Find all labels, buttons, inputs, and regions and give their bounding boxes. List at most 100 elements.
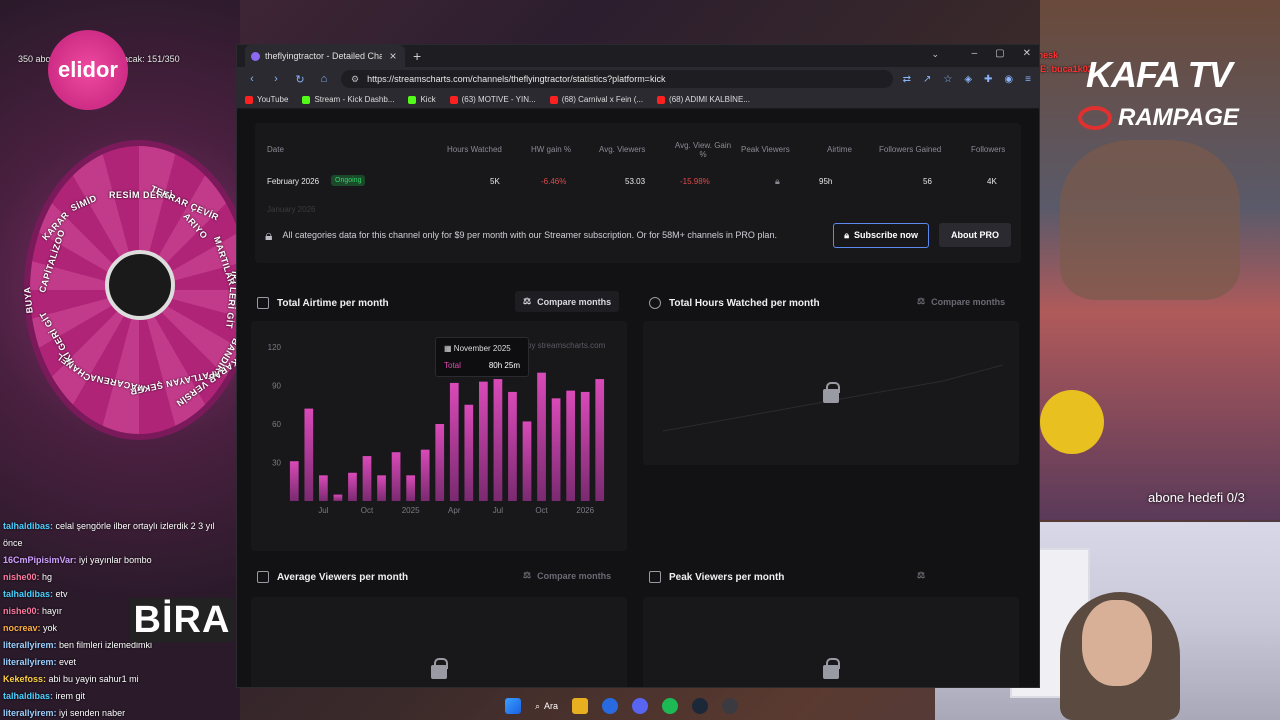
hours-chart-card xyxy=(643,321,1019,465)
profile-icon[interactable]: ◉ xyxy=(1004,74,1013,85)
subscribe-button[interactable]: 🔒︎ Subscribe now xyxy=(833,222,929,248)
airtime-bar[interactable] xyxy=(449,382,459,501)
airtime-header: Total Airtime per month xyxy=(257,297,389,309)
spotify-icon[interactable] xyxy=(662,698,679,714)
chat-text: iyi senden naber xyxy=(59,708,126,718)
table-header[interactable]: Hours Watched xyxy=(447,145,502,154)
reload-icon[interactable]: ↻ xyxy=(293,73,307,86)
airtime-bar[interactable] xyxy=(304,408,314,501)
windows-start-icon[interactable] xyxy=(505,698,521,714)
bookmark-favicon-icon xyxy=(408,95,417,104)
url-text[interactable]: https://streamscharts.com/channels/thefl… xyxy=(367,74,665,84)
back-icon[interactable]: ‹ xyxy=(245,73,259,85)
hours-compare-button[interactable]: ⚖ Compare months xyxy=(909,291,1013,312)
new-tab-button[interactable]: + xyxy=(413,48,421,64)
table-header[interactable]: Followers xyxy=(971,145,1005,154)
airtime-bar[interactable] xyxy=(435,424,445,501)
chat-text: evet xyxy=(59,657,77,667)
airtime-bar[interactable] xyxy=(391,452,401,501)
peak-chart-card xyxy=(643,597,1019,687)
discord-icon[interactable] xyxy=(632,698,649,714)
airtime-bar[interactable] xyxy=(289,461,299,501)
tab-bar: theflyingtractor - Detailed Chan × + ⌄ –… xyxy=(237,45,1039,67)
minimize-icon[interactable]: – xyxy=(972,48,978,59)
airtime-bar[interactable] xyxy=(508,391,517,501)
airtime-bar[interactable] xyxy=(406,475,415,501)
airtime-bar[interactable] xyxy=(319,475,328,501)
rampage-logo: RAMPAGE xyxy=(1118,104,1239,131)
tooltip-month: ▦ November 2025 xyxy=(444,344,520,353)
browser-tab[interactable]: theflyingtractor - Detailed Chan × xyxy=(245,45,405,67)
address-bar[interactable]: ⚙ https://streamscharts.com/channels/the… xyxy=(341,70,893,88)
bookmark-favicon-icon xyxy=(449,95,458,104)
airtime-bar[interactable] xyxy=(420,449,430,501)
x-tick-label: Jul xyxy=(493,506,503,515)
peak-compare-button[interactable]: ⚖ xyxy=(909,565,933,586)
steam-icon[interactable] xyxy=(692,698,709,714)
airtime-bar[interactable] xyxy=(566,390,575,501)
translate-icon[interactable]: ⇄ xyxy=(903,74,911,85)
airtime-bar[interactable] xyxy=(348,472,357,501)
forward-icon[interactable]: › xyxy=(269,73,283,85)
bookmark-item[interactable]: (63) MOTIVE - YIN... xyxy=(449,95,536,104)
chat-username: nishe00: xyxy=(3,572,43,582)
file-explorer-icon[interactable] xyxy=(572,698,589,714)
obs-icon[interactable] xyxy=(722,698,739,714)
streamer-head xyxy=(1082,600,1152,686)
stream-scene: 350 abonede yeşile boyanacak: 151/350 el… xyxy=(0,0,1280,720)
table-header[interactable]: Peak Viewers xyxy=(741,145,790,154)
bookmark-favicon-icon xyxy=(549,95,558,104)
table-header[interactable]: Date xyxy=(267,145,284,154)
table-header[interactable]: Followers Gained xyxy=(879,145,941,154)
avg-compare-button[interactable]: ⚖ Compare months xyxy=(515,565,619,586)
airtime-bar[interactable] xyxy=(522,421,532,501)
airtime-bar[interactable] xyxy=(551,398,561,501)
airtime-compare-button[interactable]: ⚖ Compare months xyxy=(515,291,620,312)
row-avg-gain: -15.98% xyxy=(680,177,710,186)
compare-icon: ⚖ xyxy=(523,570,532,580)
bookmark-label: (68) Carnival x Fein (... xyxy=(561,95,644,104)
window-close-icon[interactable]: ✕ xyxy=(1023,48,1031,59)
download-icon[interactable] xyxy=(257,297,269,309)
x-tick-label: Apr xyxy=(448,506,461,515)
airtime-bar[interactable] xyxy=(580,391,590,501)
bookmark-item[interactable]: (68) Carnival x Fein (... xyxy=(549,95,644,104)
bookmark-item[interactable]: Stream - Kick Dashb... xyxy=(302,95,394,104)
kafatv-logo: KAFA TV xyxy=(1086,54,1233,95)
maximize-icon[interactable]: ▢ xyxy=(995,48,1004,59)
airtime-bar[interactable] xyxy=(493,379,503,501)
menu-icon[interactable]: ≡ xyxy=(1025,74,1031,85)
airtime-bar[interactable] xyxy=(362,456,372,501)
about-pro-button[interactable]: About PRO xyxy=(939,223,1011,247)
puzzle-icon[interactable]: ✚ xyxy=(984,74,992,85)
table-header[interactable]: HW gain % xyxy=(531,145,571,154)
close-icon[interactable]: × xyxy=(387,49,399,63)
airtime-bar[interactable] xyxy=(479,381,488,501)
airtime-bar[interactable] xyxy=(595,379,605,501)
avg-chart-card xyxy=(251,597,627,687)
compare-icon: ⚖ xyxy=(917,570,926,580)
site-info-icon[interactable]: ⚙ xyxy=(351,74,359,85)
browser-icon[interactable] xyxy=(602,698,619,714)
bookmark-item[interactable]: Kick xyxy=(408,95,436,104)
row-hours: 5K xyxy=(490,177,500,186)
bookmark-item[interactable]: YouTube xyxy=(245,95,288,104)
chat-username: Kekefoss: xyxy=(3,674,49,684)
bookmark-item[interactable]: (68) ADIMI KALBİNE... xyxy=(657,95,750,104)
bookmark-icon[interactable]: ☆ xyxy=(943,74,952,85)
table-header[interactable]: Avg. Viewers xyxy=(599,145,645,154)
airtime-bar[interactable] xyxy=(537,372,546,501)
table-header[interactable]: Airtime xyxy=(827,145,852,154)
pro-banner: 🔒︎ All categories data for this channel … xyxy=(255,215,1021,255)
home-icon[interactable]: ⌂ xyxy=(317,73,331,85)
tab-search-icon[interactable]: ⌄ xyxy=(931,49,939,60)
row-date: February 2026 xyxy=(267,177,320,186)
share-icon[interactable]: ↗ xyxy=(923,74,931,85)
airtime-bar[interactable] xyxy=(333,494,343,501)
x-tick-label: 2025 xyxy=(402,506,420,515)
taskbar-search[interactable]: ⌕ Ara xyxy=(535,701,558,712)
extension-icon[interactable]: ◈ xyxy=(964,74,972,85)
table-header[interactable]: Avg. View. Gain % xyxy=(673,141,733,159)
airtime-bar[interactable] xyxy=(377,475,386,501)
airtime-bar[interactable] xyxy=(464,404,474,501)
